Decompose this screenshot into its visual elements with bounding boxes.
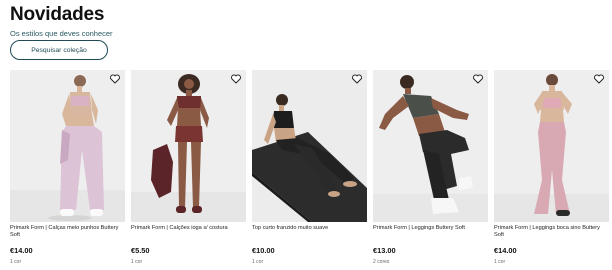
heart-outline-icon[interactable]: [593, 73, 605, 85]
heart-outline-icon[interactable]: [230, 73, 242, 85]
heart-outline-icon[interactable]: [351, 73, 363, 85]
product-card[interactable]: Primark Form | Leggings Buttery Soft €13…: [373, 70, 488, 270]
product-name[interactable]: Primark Form | Leggings Buttery Soft: [373, 225, 488, 241]
product-carousel: Primark Form | Calças meio punhos Butter…: [10, 70, 612, 270]
product-price: €14.00: [494, 246, 517, 255]
product-name[interactable]: Primark Form | Leggings boca sino Butter…: [494, 225, 609, 241]
product-name[interactable]: Top curto franzido muito suave: [252, 225, 367, 241]
section-subtitle: Os estilos que deves conhecer: [10, 29, 113, 38]
model-pink-flared-image: [494, 70, 609, 222]
product-color-count: 1 cor: [494, 259, 506, 265]
search-collection-button[interactable]: Pesquisar coleção: [10, 40, 108, 60]
product-price: €13.00: [373, 246, 396, 255]
product-image[interactable]: [373, 70, 488, 222]
product-price: €10.00: [252, 246, 275, 255]
product-name[interactable]: Primark Form | Calções ioga s/ costura: [131, 225, 246, 241]
product-card[interactable]: Top curto franzido muito suave €10.00 1 …: [252, 70, 367, 270]
model-lilac-image: [10, 70, 125, 222]
product-image[interactable]: [252, 70, 367, 222]
model-black-leggings-image: [373, 70, 488, 222]
product-price: €14.00: [10, 246, 33, 255]
section-header: Novidades Os estilos que deves conhecer: [10, 4, 113, 38]
product-name[interactable]: Primark Form | Calças meio punhos Butter…: [10, 225, 125, 241]
product-price: €5.50: [131, 246, 150, 255]
product-image[interactable]: [131, 70, 246, 222]
section-title: Novidades: [10, 4, 105, 25]
product-color-count: 1 cor: [252, 259, 264, 265]
product-image[interactable]: [494, 70, 609, 222]
model-yoga-mat-image: [252, 70, 367, 222]
product-card[interactable]: Primark Form | Calças meio punhos Butter…: [10, 70, 125, 270]
product-card[interactable]: Primark Form | Leggings boca sino Butter…: [494, 70, 609, 270]
heart-outline-icon[interactable]: [472, 73, 484, 85]
model-burgundy-image: [131, 70, 246, 222]
product-image[interactable]: [10, 70, 125, 222]
product-color-count: 1 cor: [131, 259, 143, 265]
product-card[interactable]: Primark Form | Calções ioga s/ costura €…: [131, 70, 246, 270]
product-color-count: 1 cor: [10, 259, 22, 265]
heart-outline-icon[interactable]: [109, 73, 121, 85]
product-color-count: 2 cores: [373, 259, 390, 265]
